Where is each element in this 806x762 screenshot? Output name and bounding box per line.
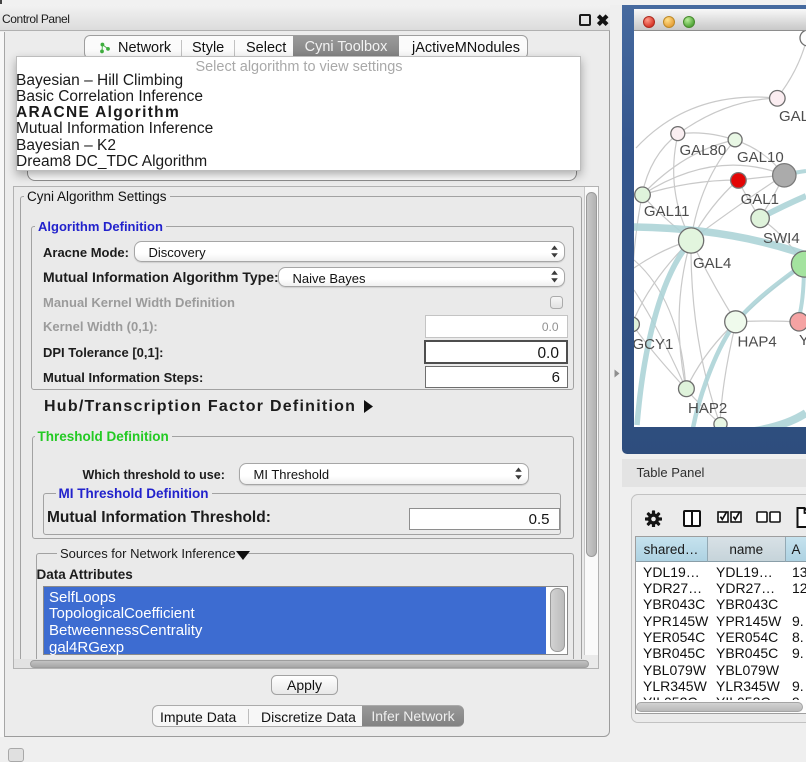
svg-text:HAP4: HAP4 [738, 334, 777, 351]
svg-text:SWI4: SWI4 [763, 230, 800, 247]
svg-text:GAL4: GAL4 [693, 255, 731, 272]
svg-text:GAL80: GAL80 [680, 142, 727, 159]
svg-text:GAL1: GAL1 [741, 191, 779, 208]
svg-text:GCY1: GCY1 [634, 336, 673, 353]
svg-text:YM: YM [799, 332, 806, 349]
svg-text:GAL7: GAL7 [779, 108, 806, 125]
svg-text:HAP2: HAP2 [688, 400, 727, 417]
svg-text:GAL11: GAL11 [644, 203, 690, 220]
svg-text:GAL10: GAL10 [737, 149, 784, 166]
